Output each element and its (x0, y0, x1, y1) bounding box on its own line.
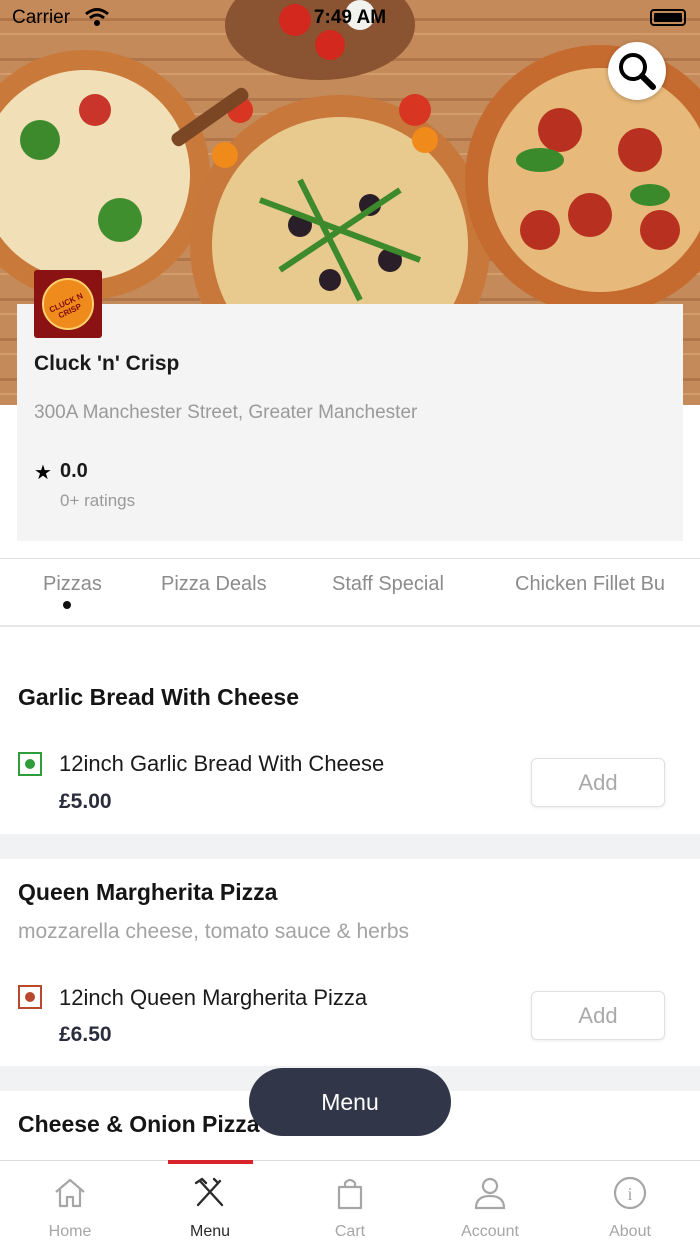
tab-account[interactable]: Account (420, 1161, 560, 1244)
veg-indicator (18, 752, 42, 776)
info-icon: i (613, 1176, 647, 1210)
svg-text:i: i (627, 1184, 632, 1204)
rating-value: 0.0 (60, 460, 88, 482)
non-veg-indicator (18, 985, 42, 1009)
tab-pizzas[interactable]: Pizzas (43, 573, 102, 596)
tab-home[interactable]: Home (0, 1161, 140, 1244)
active-tab-indicator (168, 1160, 253, 1164)
tab-staff-special[interactable]: Staff Special (332, 573, 444, 596)
restaurant-logo: CLUCK N CRISP (34, 270, 102, 338)
section-description: mozzarella cheese, tomato sauce & herbs (18, 920, 410, 943)
item-name: 12inch Queen Margherita Pizza (59, 985, 368, 1010)
tab-menu[interactable]: Menu (140, 1161, 280, 1244)
category-tabs: Pizzas Pizza Deals Staff Special Chicken… (0, 558, 700, 627)
section-title: Queen Margherita Pizza (18, 879, 278, 905)
item-name: 12inch Garlic Bread With Cheese (59, 751, 385, 776)
menu-section: Queen Margherita Pizza mozzarella cheese… (0, 859, 700, 1066)
tab-pizza-deals[interactable]: Pizza Deals (161, 573, 267, 596)
active-tab-dot (63, 601, 71, 609)
status-bar: Carrier 7:49 AM (0, 0, 700, 36)
bottom-tab-bar: Home Menu Cart Account i About (0, 1160, 700, 1244)
user-icon (474, 1177, 506, 1210)
tab-cart[interactable]: Cart (280, 1161, 420, 1244)
tab-label: Cart (334, 1223, 366, 1240)
item-price: £6.50 (59, 1023, 112, 1046)
restaurant-name: Cluck 'n' Crisp (34, 352, 180, 375)
add-button[interactable]: Add (531, 991, 665, 1040)
tab-label: Home (48, 1223, 92, 1240)
clock-time: 7:49 AM (313, 7, 387, 28)
tab-label: Account (461, 1223, 519, 1240)
restaurant-address: 300A Manchester Street, Greater Manchest… (34, 402, 418, 423)
star-icon: ★ (34, 462, 52, 484)
section-divider (0, 834, 700, 859)
tab-chicken-fillet[interactable]: Chicken Fillet Bu (515, 573, 665, 596)
tab-about[interactable]: i About (560, 1161, 700, 1244)
search-icon (619, 53, 656, 90)
menu-section: Garlic Bread With Cheese 12inch Garlic B… (0, 629, 700, 834)
tab-label: Menu (189, 1223, 231, 1240)
tab-label: About (609, 1223, 651, 1240)
section-title: Cheese & Onion Pizza (18, 1111, 260, 1137)
floating-menu-button[interactable]: Menu (249, 1068, 451, 1136)
section-title: Garlic Bread With Cheese (18, 684, 299, 710)
battery-icon (650, 9, 686, 26)
rating-count: 0+ ratings (60, 491, 136, 510)
search-button[interactable] (608, 42, 666, 100)
fork-knife-icon (194, 1177, 224, 1207)
add-button[interactable]: Add (531, 758, 665, 807)
shopping-bag-icon (337, 1178, 363, 1210)
item-price: £5.00 (59, 790, 112, 813)
home-icon (55, 1178, 85, 1208)
